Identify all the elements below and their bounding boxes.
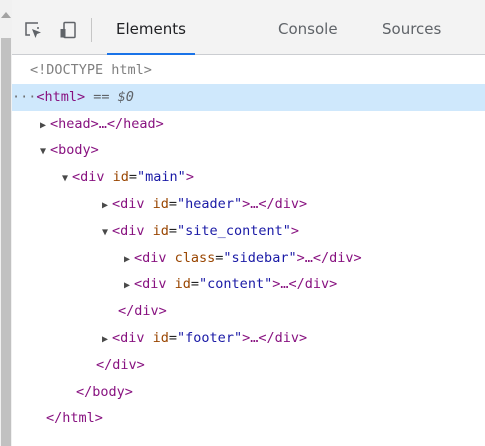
div-close-tag: </div> (118, 303, 167, 320)
tree-node-head[interactable]: ▶ <head>…</head> (12, 111, 485, 138)
tree-node-close-main[interactable]: </div> (12, 352, 485, 379)
vertical-scrollbar[interactable] (0, 0, 12, 446)
tab-console-label: Console (278, 20, 338, 38)
expanded-arrow-icon[interactable]: ▼ (40, 139, 50, 165)
expanded-arrow-icon[interactable]: ▼ (62, 166, 72, 192)
tree-node-div-site-content[interactable]: ▼ <div id="site_content"> (12, 218, 485, 245)
html-close-tag: </html> (46, 410, 103, 427)
collapsed-arrow-icon[interactable]: ▶ (124, 247, 134, 273)
tab-elements-label: Elements (116, 20, 186, 38)
tree-node-close-html[interactable]: </html> (12, 405, 485, 432)
tree-node-html[interactable]: ···<html> == $0 (12, 83, 485, 111)
selected-node-marker: == $0 (85, 88, 134, 105)
tree-node-div-sidebar[interactable]: ▶ <div class="sidebar">…</div> (12, 245, 485, 272)
scroll-up-arrow-icon[interactable] (1, 12, 11, 18)
more-options-dots-icon[interactable]: ··· (12, 89, 36, 105)
tab-elements[interactable]: Elements (107, 0, 195, 55)
tab-sources[interactable]: Sources (382, 0, 441, 54)
dom-tree: <!DOCTYPE html> ···<html> == $0 ▶ <head>…… (12, 57, 485, 432)
body-close-tag: </body> (76, 383, 133, 400)
div-close-tag: </div> (96, 356, 145, 373)
collapsed-arrow-icon[interactable]: ▶ (102, 193, 112, 219)
devtools-toolbar: Elements Console Sources (12, 0, 485, 55)
tree-node-close-body[interactable]: </body> (12, 379, 485, 406)
tab-sources-label: Sources (382, 20, 442, 38)
scrollbar-thumb[interactable] (1, 38, 11, 446)
tab-console[interactable]: Console (278, 0, 338, 54)
html-open-tag: <html> (36, 88, 86, 105)
collapsed-arrow-icon[interactable]: ▶ (124, 273, 134, 299)
tree-node-body[interactable]: ▼ <body> (12, 137, 485, 164)
tree-node-div-footer[interactable]: ▶ <div id="footer">…</div> (12, 325, 485, 352)
tree-node-div-content[interactable]: ▶ <div id="content">…</div> (12, 271, 485, 298)
tree-node-div-main[interactable]: ▼ <div id="main"> (12, 164, 485, 191)
collapsed-arrow-icon[interactable]: ▶ (102, 327, 112, 353)
tree-node-doctype[interactable]: <!DOCTYPE html> (12, 57, 485, 84)
active-tab-indicator (107, 53, 195, 55)
expanded-arrow-icon[interactable]: ▼ (102, 220, 112, 246)
doctype-text: <!DOCTYPE html> (30, 62, 152, 78)
collapsed-arrow-icon[interactable]: ▶ (40, 113, 50, 139)
tree-node-close-site-content[interactable]: </div> (12, 298, 485, 325)
inspect-element-icon[interactable] (23, 20, 43, 40)
head-tag: <head>…</head> (50, 115, 164, 132)
toolbar-separator (91, 18, 92, 42)
body-open-tag: <body> (50, 142, 99, 159)
tree-node-div-header[interactable]: ▶ <div id="header">…</div> (12, 191, 485, 218)
device-toolbar-icon[interactable] (58, 20, 78, 40)
